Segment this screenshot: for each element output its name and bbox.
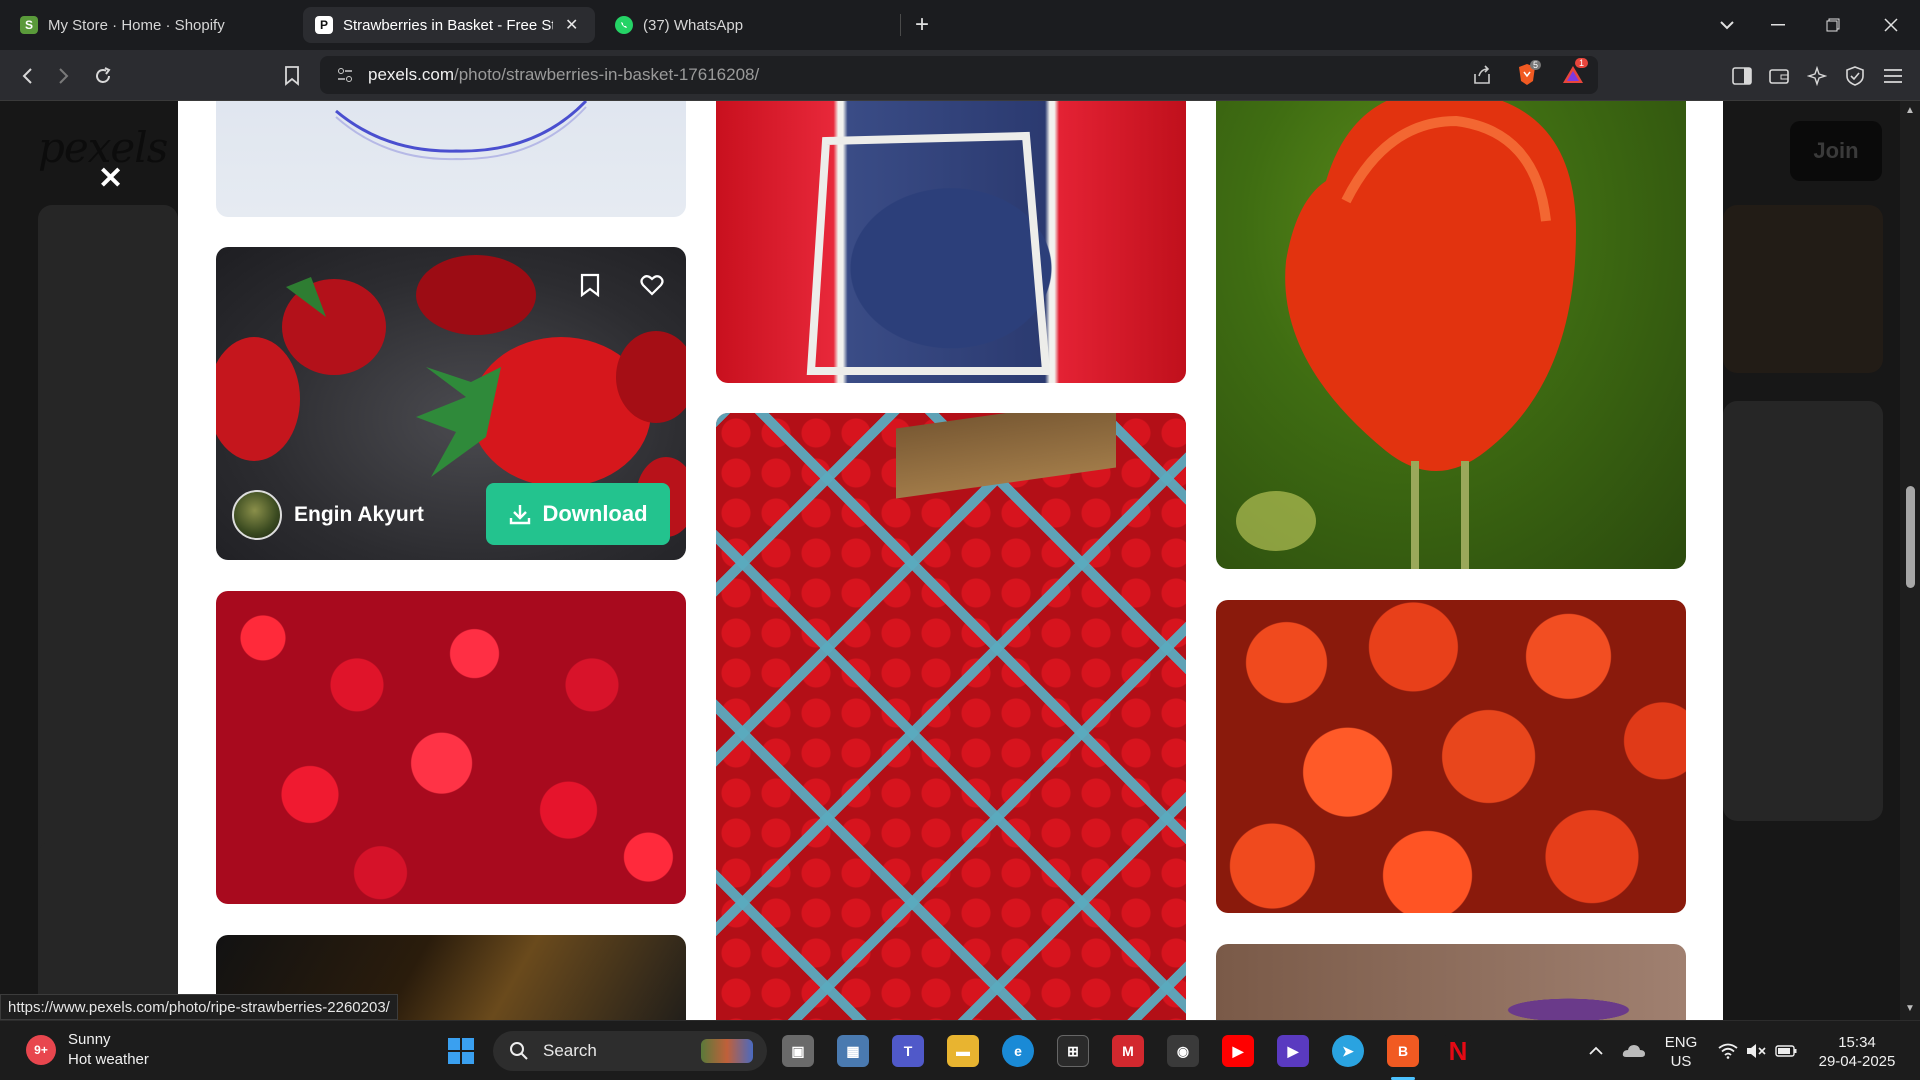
clock-time: 15:34 bbox=[1838, 1034, 1876, 1051]
tab-title: Strawberries in Basket - Free Sto bbox=[343, 16, 553, 34]
tab-search-chevron-icon[interactable] bbox=[1712, 10, 1742, 40]
shields-count-badge: 5 bbox=[1530, 60, 1542, 70]
language-indicator[interactable]: ENG US bbox=[1664, 1033, 1698, 1071]
background-photo bbox=[1723, 205, 1883, 373]
download-button[interactable]: Download bbox=[486, 483, 670, 545]
leo-ai-icon[interactable] bbox=[1801, 60, 1833, 92]
related-photo-plums[interactable] bbox=[1216, 944, 1686, 1020]
task-view-icon[interactable]: ▣ bbox=[782, 1035, 814, 1067]
page-scrollbar[interactable]: ▲ ▼ bbox=[1900, 101, 1920, 1020]
back-icon[interactable] bbox=[11, 60, 43, 92]
related-photo-strawberry-closeup[interactable] bbox=[1216, 101, 1686, 569]
youtube-icon[interactable]: ▶ bbox=[1222, 1035, 1254, 1067]
browser-toolbar: pexels.com/photo/strawberries-in-basket-… bbox=[0, 50, 1920, 101]
show-hidden-icons-chevron-icon[interactable] bbox=[1580, 1035, 1612, 1067]
forward-icon[interactable] bbox=[48, 60, 80, 92]
close-modal-icon[interactable]: ✕ bbox=[98, 161, 123, 196]
shopify-icon: S bbox=[20, 16, 38, 34]
mcafee-icon[interactable]: M bbox=[1112, 1035, 1144, 1067]
sidebar-toggle-icon[interactable] bbox=[1726, 60, 1758, 92]
related-photo-berry-baskets[interactable] bbox=[716, 101, 1186, 383]
tab-title: (37) WhatsApp bbox=[643, 16, 744, 34]
url-text: pexels.com/photo/strawberries-in-basket-… bbox=[368, 65, 759, 85]
minimize-icon[interactable] bbox=[1763, 10, 1793, 40]
address-bar[interactable]: pexels.com/photo/strawberries-in-basket-… bbox=[320, 56, 1598, 94]
background-photo bbox=[38, 205, 178, 911]
tab-pexels[interactable]: P Strawberries in Basket - Free Sto ✕ bbox=[303, 7, 595, 43]
brave-browser-icon[interactable]: B bbox=[1387, 1035, 1419, 1067]
tab-shopify[interactable]: S My Store · Home · Shopify bbox=[8, 7, 298, 43]
restore-icon[interactable] bbox=[1818, 10, 1848, 40]
video-editor-icon[interactable]: ▶ bbox=[1277, 1035, 1309, 1067]
taskbar-search[interactable]: Search bbox=[493, 1031, 767, 1071]
netflix-icon[interactable]: N bbox=[1442, 1035, 1474, 1067]
photographer-name: Engin Akyurt bbox=[294, 503, 424, 526]
tab-title: My Store · Home · Shopify bbox=[48, 16, 225, 34]
close-window-icon[interactable] bbox=[1876, 10, 1906, 40]
search-icon bbox=[510, 1042, 528, 1060]
photos-app-icon[interactable]: ▦ bbox=[837, 1035, 869, 1067]
pexels-icon: P bbox=[315, 16, 333, 34]
related-photo-strawberry-baskets[interactable] bbox=[716, 413, 1186, 1020]
reload-icon[interactable] bbox=[87, 60, 119, 92]
tab-whatsapp[interactable]: (37) WhatsApp bbox=[603, 7, 893, 43]
related-photo-bowl[interactable] bbox=[216, 101, 686, 217]
new-tab-icon[interactable]: + bbox=[907, 10, 937, 40]
search-label: Search bbox=[543, 1041, 597, 1060]
volume-muted-icon[interactable] bbox=[1740, 1035, 1772, 1067]
photographer-avatar bbox=[232, 490, 282, 540]
url-host: pexels.com bbox=[368, 65, 454, 84]
scroll-up-arrow-icon[interactable]: ▲ bbox=[1904, 105, 1916, 117]
vpn-icon[interactable] bbox=[1839, 60, 1871, 92]
tab-separator bbox=[900, 14, 901, 36]
share-icon[interactable] bbox=[1471, 64, 1493, 91]
photo-modal: Engin Akyurt Download bbox=[178, 101, 1723, 1020]
tab-bar: S My Store · Home · Shopify P Strawberri… bbox=[0, 0, 1920, 50]
bookmark-icon[interactable] bbox=[570, 265, 610, 305]
onedrive-icon[interactable] bbox=[1618, 1035, 1650, 1067]
weather-widget[interactable]: 9+ Sunny Hot weather bbox=[26, 1030, 149, 1070]
photographer-credit[interactable]: Engin Akyurt bbox=[232, 490, 424, 540]
windows-taskbar: 9+ Sunny Hot weather Search ▣ ▦ T ▬ e ⊞ … bbox=[0, 1020, 1920, 1080]
url-path: /photo/strawberries-in-basket-17616208/ bbox=[453, 65, 760, 84]
teams-icon[interactable]: T bbox=[892, 1035, 924, 1067]
weather-title: Sunny bbox=[68, 1031, 111, 1048]
related-photo-raspberries[interactable] bbox=[216, 591, 686, 904]
scroll-down-arrow-icon[interactable]: ▼ bbox=[1904, 1003, 1916, 1015]
scrollbar-thumb[interactable] bbox=[1906, 486, 1915, 588]
brave-rewards-icon[interactable]: 1 bbox=[1560, 58, 1589, 93]
download-label: Download bbox=[542, 501, 648, 526]
menu-icon[interactable] bbox=[1877, 60, 1909, 92]
download-icon bbox=[510, 505, 531, 525]
microsoft-store-icon[interactable]: ⊞ bbox=[1057, 1035, 1089, 1067]
related-photo-strawberries-pile[interactable] bbox=[1216, 600, 1686, 913]
language-code: ENG bbox=[1664, 1034, 1698, 1051]
close-tab-icon[interactable]: ✕ bbox=[565, 15, 578, 35]
rewards-badge: 1 bbox=[1575, 58, 1589, 68]
weather-description: Hot weather bbox=[68, 1051, 149, 1068]
page-viewport: pexels Join ✕ Engin Akyurt Download ▲ ▼ … bbox=[0, 101, 1920, 1020]
telegram-icon[interactable]: ➤ bbox=[1332, 1035, 1364, 1067]
system-clock[interactable]: 15:34 29-04-2025 bbox=[1812, 1033, 1902, 1071]
windows-start-icon[interactable] bbox=[445, 1035, 477, 1067]
file-explorer-icon[interactable]: ▬ bbox=[947, 1035, 979, 1067]
camera-icon[interactable]: ◉ bbox=[1167, 1035, 1199, 1067]
site-info-icon[interactable] bbox=[336, 66, 354, 89]
wallet-icon[interactable] bbox=[1763, 60, 1795, 92]
brave-shields-icon[interactable]: 5 bbox=[1514, 60, 1542, 93]
link-status-url: https://www.pexels.com/photo/ripe-strawb… bbox=[0, 994, 398, 1020]
bookmark-page-icon[interactable] bbox=[276, 60, 308, 92]
search-highlight-icon bbox=[701, 1039, 753, 1063]
like-heart-icon[interactable] bbox=[632, 265, 672, 305]
weather-icon: 9+ bbox=[26, 1035, 56, 1065]
whatsapp-icon bbox=[615, 16, 633, 34]
edge-icon[interactable]: e bbox=[1002, 1035, 1034, 1067]
clock-date: 29-04-2025 bbox=[1818, 1053, 1896, 1070]
related-photo-strawberries-dark[interactable]: Engin Akyurt Download bbox=[216, 247, 686, 560]
background-photo bbox=[1723, 401, 1883, 821]
battery-icon[interactable] bbox=[1770, 1035, 1802, 1067]
region-code: US bbox=[1670, 1053, 1692, 1070]
join-button[interactable]: Join bbox=[1790, 121, 1882, 181]
